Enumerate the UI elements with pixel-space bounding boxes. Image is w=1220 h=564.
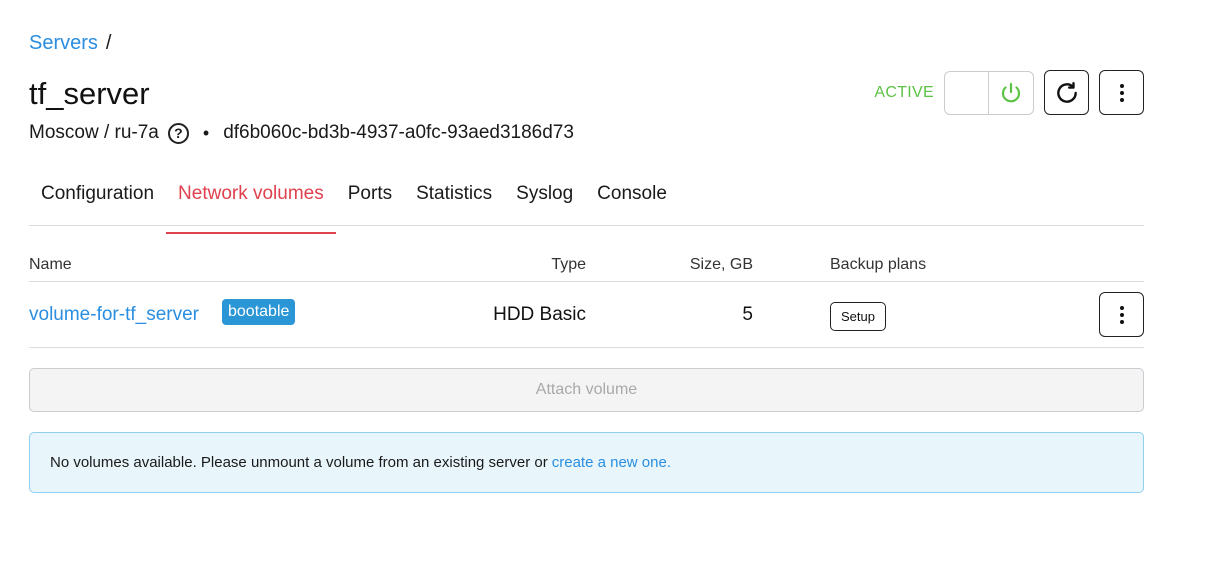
reboot-button[interactable]: [1044, 70, 1089, 115]
tab-ports[interactable]: Ports: [336, 172, 404, 225]
bootable-badge: bootable: [222, 299, 296, 325]
reboot-icon: [1056, 81, 1077, 103]
volumes-table: Name Type Size, GB Backup plans volume-f…: [29, 250, 1144, 348]
volume-name-link[interactable]: volume-for-tf_server: [29, 304, 199, 326]
power-toggle-on[interactable]: [989, 72, 1033, 114]
power-toggle-off[interactable]: [945, 71, 990, 114]
breadcrumb: Servers /: [29, 31, 111, 55]
power-toggle[interactable]: [944, 70, 1034, 115]
power-icon: [1001, 82, 1021, 102]
tab-console[interactable]: Console: [585, 172, 679, 225]
tab-bar: Configuration Network volumes Ports Stat…: [29, 172, 1144, 234]
info-text: No volumes available. Please unmount a v…: [50, 454, 548, 471]
tab-network-volumes[interactable]: Network volumes: [166, 172, 336, 234]
table-row: volume-for-tf_server bootable HDD Basic …: [29, 282, 1144, 348]
header-type: Type: [551, 256, 586, 273]
server-meta: Moscow / ru-7a ? • df6b060c-bd3b-4937-a0…: [29, 120, 574, 146]
tab-statistics[interactable]: Statistics: [404, 172, 504, 225]
status-badge: ACTIVE: [874, 83, 934, 101]
header-backup-plans: Backup plans: [830, 256, 927, 273]
volume-size: 5: [742, 304, 753, 325]
server-status-controls: ACTIVE: [874, 70, 1144, 115]
server-location: Moscow / ru-7a: [29, 122, 159, 143]
attach-volume-button[interactable]: Attach volume: [29, 368, 1144, 412]
vertical-dots-icon: [1119, 83, 1124, 102]
breadcrumb-servers-link[interactable]: Servers: [29, 31, 98, 55]
tab-syslog[interactable]: Syslog: [504, 172, 585, 225]
meta-separator: •: [202, 123, 210, 143]
server-id: df6b060c-bd3b-4937-a0fc-93aed3186d73: [223, 122, 574, 143]
breadcrumb-separator: /: [105, 32, 112, 54]
info-alert: No volumes available. Please unmount a v…: [29, 432, 1144, 493]
tab-configuration[interactable]: Configuration: [29, 172, 166, 225]
table-header: Name Type Size, GB Backup plans: [29, 250, 1144, 282]
backup-setup-button[interactable]: Setup: [830, 302, 886, 331]
header-size: Size, GB: [689, 256, 753, 273]
volume-type: HDD Basic: [493, 304, 586, 325]
create-volume-link[interactable]: create a new one.: [552, 454, 671, 471]
volume-menu-button[interactable]: [1099, 292, 1144, 337]
page-title: tf_server: [29, 76, 150, 111]
vertical-dots-icon: [1119, 305, 1124, 324]
server-menu-button[interactable]: [1099, 70, 1144, 115]
question-circle-icon[interactable]: ?: [167, 122, 189, 144]
header-name: Name: [29, 256, 72, 273]
